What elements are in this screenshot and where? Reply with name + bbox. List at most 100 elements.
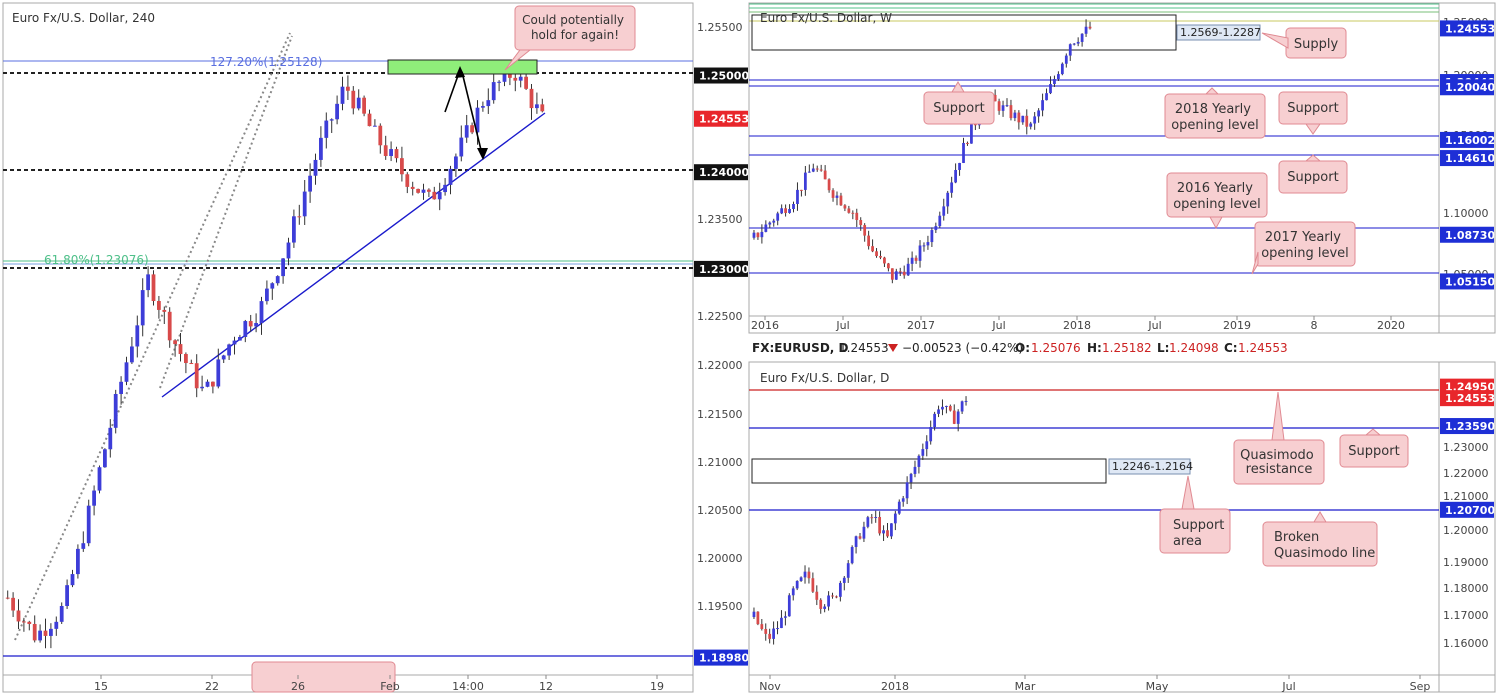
callout-support-2-text: Support <box>1287 101 1338 116</box>
price-tick-label: 1.22500 <box>697 310 743 323</box>
candle-bullish <box>38 630 42 641</box>
candle-bearish <box>811 578 815 592</box>
candle-bullish <box>92 490 96 506</box>
candle-bullish <box>909 473 913 483</box>
candle-bullish <box>319 137 323 160</box>
candle-bullish <box>788 209 791 213</box>
candle-bullish <box>874 516 878 518</box>
candle-bearish <box>5 597 10 599</box>
candle-bullish <box>954 169 957 183</box>
candle-bullish <box>232 340 237 345</box>
candle-bullish <box>803 571 807 578</box>
candle-bullish <box>752 611 756 618</box>
quote-bar-open: 1.25076 <box>1031 341 1081 355</box>
price-tick-label: 1.21000 <box>697 456 743 469</box>
candle-bearish <box>11 597 15 611</box>
candle-bearish <box>764 628 768 634</box>
panel-daily-title: Euro Fx/U.S. Dollar, D <box>760 371 889 385</box>
candle-bullish <box>934 226 938 231</box>
candle-bullish <box>772 628 775 639</box>
price-tick-label: 1.17000 <box>1443 609 1489 622</box>
candle-bearish <box>22 621 26 623</box>
candle-bearish <box>890 268 894 280</box>
candle-bullish <box>776 628 779 630</box>
candle-bullish <box>946 192 950 207</box>
candle-bullish <box>792 203 795 210</box>
candle-bullish <box>324 120 329 138</box>
time-tick-label: Nov <box>759 680 781 693</box>
price-label-text: 1.24553 <box>699 113 749 126</box>
candle-bearish <box>831 595 834 597</box>
candle-bullish <box>941 406 944 410</box>
candle-bearish <box>162 309 167 312</box>
candle-bullish <box>130 346 134 363</box>
price-tick-label: 1.23000 <box>1443 441 1489 454</box>
quote-bar-close-label: C: <box>1224 341 1238 355</box>
candle-bullish <box>270 283 275 289</box>
price-label-text: 1.16002 <box>1445 134 1495 147</box>
price-label-text: 1.18980 <box>699 652 749 665</box>
callout-support-area-line-1: Support <box>1173 518 1224 533</box>
candle-bullish <box>906 263 910 276</box>
candle-bullish <box>1072 43 1076 45</box>
quote-bar-symbol: FX:EURUSD, D <box>752 341 849 355</box>
candle-bearish <box>966 142 969 144</box>
candle-bullish <box>389 149 393 157</box>
candle-bullish <box>259 301 264 324</box>
time-tick-label: 2019 <box>1223 319 1251 332</box>
candle-bearish <box>524 76 528 89</box>
candle-bullish <box>481 106 485 108</box>
candle-bullish <box>842 577 846 583</box>
callout-2018-yearly-line-2: opening level <box>1171 118 1259 133</box>
candle-bullish <box>962 142 965 163</box>
candle-bearish <box>756 232 760 238</box>
price-tick-label: 1.16000 <box>1443 637 1489 650</box>
candle-bullish <box>958 162 961 170</box>
candle-bullish <box>882 530 885 534</box>
candle-bearish <box>815 168 819 170</box>
fib-61-label: 61.80%(1.23076) <box>44 253 149 267</box>
candle-bullish <box>956 411 960 424</box>
panel-daily-frame <box>748 361 1496 693</box>
candle-bearish <box>32 623 37 641</box>
price-tick-label: 1.20500 <box>697 504 743 517</box>
candle-bearish <box>383 145 388 157</box>
candle-bearish <box>867 235 871 247</box>
candle-bullish <box>86 505 91 544</box>
candle-bullish <box>356 97 361 109</box>
candle-bullish <box>1001 105 1005 111</box>
candle-bearish <box>362 97 366 114</box>
candle-bullish <box>135 325 140 347</box>
candle-bullish <box>1049 84 1052 94</box>
callout-2017-yearly-line-2: opening level <box>1261 246 1349 261</box>
candle-bearish <box>863 225 867 236</box>
candle-bullish <box>784 616 787 618</box>
candle-bullish <box>59 606 64 622</box>
candle-bullish <box>890 523 893 537</box>
candle-bearish <box>827 179 831 191</box>
candle-bullish <box>443 184 447 193</box>
callout-could-hold-line-1: Could potentially <box>522 13 624 27</box>
candle-bearish <box>756 611 760 625</box>
candle-bullish <box>518 76 523 81</box>
callout-support-area-line-2: area <box>1173 534 1202 549</box>
callout-quasimodo-resistance-text: Quasimodo resistance <box>1240 448 1318 477</box>
candle-bearish <box>835 596 838 598</box>
supply-range-label: 1.2569-1.2287 <box>1180 26 1261 39</box>
time-tick-label: 14:00 <box>452 680 484 693</box>
time-tick-label: Jul <box>991 319 1005 332</box>
candle-bullish <box>799 577 803 581</box>
candle-bullish <box>140 290 145 326</box>
candle-bearish <box>847 208 851 213</box>
candle-bullish <box>535 104 539 109</box>
candle-bullish <box>1041 100 1044 111</box>
candle-bearish <box>16 610 21 622</box>
time-tick-label: 2020 <box>1377 319 1405 332</box>
panel-daily: 1.2246-1.2164 Quasimodo resistance Suppo… <box>748 361 1496 693</box>
candle-bearish <box>819 169 823 171</box>
callout-quasimodo-resistance-line-2: resistance <box>1246 462 1313 477</box>
candle-bullish <box>308 175 312 192</box>
candle-bearish <box>997 101 1001 111</box>
candle-bullish <box>921 449 925 456</box>
candle-bullish <box>1037 110 1041 117</box>
